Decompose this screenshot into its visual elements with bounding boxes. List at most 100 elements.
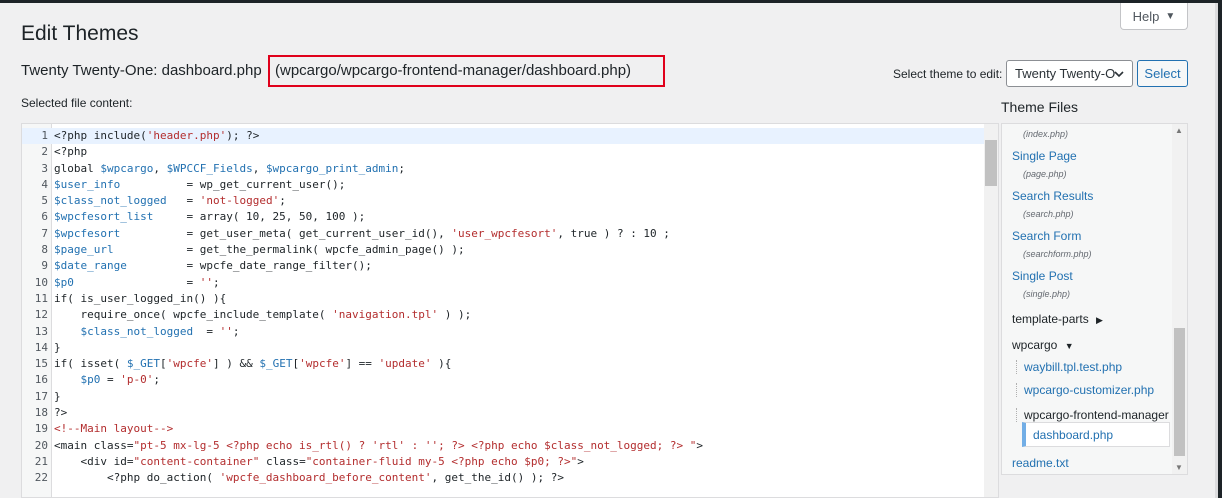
line-number: 17 — [34, 389, 48, 403]
code-line[interactable]: 21 <div id="content-container" class="co… — [22, 454, 998, 470]
code-text: if( is_user_logged_in() ){ — [54, 291, 227, 305]
theme-file-selected[interactable]: dashboard.php — [1022, 422, 1170, 447]
code-text: global $wpcargo, $WPCCF_Fields, $wpcargo… — [54, 161, 406, 175]
code-text: $wpcfesort = get_user_meta( get_current_… — [54, 226, 670, 240]
theme-file-single-post[interactable]: Single Post — [1012, 269, 1073, 283]
code-line[interactable]: 8 $page_url = get_the_permalink( wpcfe_ad… — [22, 242, 998, 258]
code-text: <?php do_action( 'wpcfe_dashboard_before… — [54, 471, 564, 485]
code-line[interactable]: 5 $class_not_logged = 'not-logged'; — [22, 193, 998, 209]
file-heading-path: (wpcargo/wpcargo-frontend-manager/dashbo… — [275, 62, 632, 79]
theme-file-wpcargo-customizer[interactable]: wpcargo-customizer.php — [1016, 383, 1154, 397]
theme-files-panel: (index.php) Single Page (page.php) Searc… — [1001, 123, 1188, 475]
code-line[interactable]: 11 if( is_user_logged_in() ){ — [22, 291, 998, 307]
line-number: 14 — [34, 340, 48, 354]
admin-top-bar — [0, 0, 1222, 3]
file-subname: (page.php) — [1023, 169, 1067, 179]
code-line[interactable]: 18 ?> — [22, 405, 998, 421]
theme-file-search-form[interactable]: Search Form — [1012, 229, 1081, 243]
line-number: 4 — [41, 177, 48, 191]
file-subname: (search.php) — [1023, 209, 1074, 219]
file-subname: (single.php) — [1023, 289, 1071, 299]
code-line[interactable]: 14} — [22, 340, 998, 356]
code-line[interactable]: 6 $wpcfesort_list = array( 10, 25, 50, 10… — [22, 209, 998, 225]
caret-down-icon: ▼ — [1064, 341, 1074, 351]
chevron-down-icon — [1114, 71, 1124, 78]
folder-wpcargo-frontend-manager[interactable]: wpcargo-frontend-manager — [1016, 408, 1169, 422]
theme-files-scrollbar[interactable]: ▲ ▼ — [1172, 124, 1187, 474]
code-line[interactable]: 2 <?php — [22, 144, 998, 160]
selected-file-label: Selected file content: — [21, 96, 133, 110]
line-number: 11 — [34, 291, 48, 305]
page-title: Edit Themes — [21, 22, 139, 45]
code-line[interactable]: 12 require_once( wpcfe_include_template(… — [22, 307, 998, 323]
line-number: 12 — [34, 308, 48, 322]
help-label: Help — [1132, 8, 1160, 24]
folder-wpcargo[interactable]: wpcargo ▼ — [1012, 338, 1074, 352]
code-line[interactable]: 10 $p0 = ''; — [22, 275, 998, 291]
theme-file-single-page[interactable]: Single Page — [1012, 149, 1077, 163]
code-line[interactable]: 19 <!--Main layout--> — [22, 421, 998, 437]
scroll-up-icon[interactable]: ▲ — [1175, 126, 1183, 135]
theme-select-dropdown[interactable]: Twenty Twenty-O — [1006, 60, 1133, 87]
theme-file-search-results[interactable]: Search Results — [1012, 189, 1093, 203]
code-line[interactable]: 3 global $wpcargo, $WPCCF_Fields, $wpcarg… — [22, 161, 998, 177]
scroll-down-icon[interactable]: ▼ — [1175, 463, 1183, 472]
help-tab-button[interactable]: Help ▼ — [1120, 3, 1188, 30]
selected-file-label: dashboard.php — [1033, 428, 1114, 442]
line-number: 18 — [34, 406, 48, 420]
folder-label: wpcargo — [1012, 338, 1058, 352]
theme-file-readme[interactable]: readme.txt — [1012, 456, 1069, 470]
window-edge-dark — [1218, 0, 1222, 498]
code-editor[interactable]: 1 <?php include('header.php'); ?> 2 <?php 3 g… — [21, 123, 999, 498]
code-lines: 1 <?php include('header.php'); ?> 2 <?php 3 g… — [22, 128, 998, 487]
code-text: $wpcfesort_list = array( 10, 25, 50, 100… — [54, 210, 366, 224]
line-number: 20 — [34, 438, 48, 452]
code-line[interactable]: 1 <?php include('header.php'); ?> — [22, 128, 998, 145]
line-number: 10 — [34, 275, 48, 289]
line-number: 22 — [34, 471, 48, 485]
select-theme-button[interactable]: Select — [1137, 60, 1188, 87]
theme-files-title: Theme Files — [1001, 99, 1079, 115]
code-text: require_once( wpcfe_include_template( 'n… — [54, 308, 472, 322]
code-text: <?php include('header.php'); ?> — [54, 129, 260, 142]
line-number: 21 — [34, 454, 48, 468]
line-number: 3 — [41, 161, 48, 175]
code-line[interactable]: 9 $date_range = wpcfe_date_range_filter()… — [22, 258, 998, 274]
line-number: 16 — [34, 373, 48, 387]
line-number: 9 — [41, 259, 48, 273]
line-number: 19 — [34, 422, 48, 436]
folder-template-parts[interactable]: template-parts ▶ — [1012, 312, 1103, 326]
code-text: } — [54, 389, 61, 403]
theme-file-waybill[interactable]: waybill.tpl.test.php — [1016, 360, 1122, 374]
code-line[interactable]: 22 <?php do_action( 'wpcfe_dashboard_bef… — [22, 470, 998, 486]
line-number: 1 — [41, 129, 48, 142]
file-subname: (searchform.php) — [1023, 249, 1092, 259]
code-text: } — [54, 340, 61, 354]
code-text: <?php — [54, 145, 88, 159]
line-number: 5 — [41, 194, 48, 208]
code-line[interactable]: 16 $p0 = 'p-0'; — [22, 372, 998, 388]
code-line[interactable]: 4 $user_info = wp_get_current_user(); — [22, 177, 998, 193]
file-heading-prefix: Twenty Twenty-One: dashboard.php — [21, 62, 262, 79]
code-line[interactable]: 17} — [22, 389, 998, 405]
code-text: ?> — [54, 406, 68, 420]
editor-scrollbar[interactable] — [984, 124, 998, 497]
code-text: <main class="pt-5 mx-lg-5 <?php echo is_… — [54, 438, 704, 452]
file-subname: (index.php) — [1023, 129, 1069, 139]
theme-select-value: Twenty Twenty-O — [1015, 66, 1116, 81]
line-number: 15 — [34, 357, 48, 371]
code-line[interactable]: 15 if( isset( $_GET['wpcfe'] ) && $_GET['… — [22, 356, 998, 372]
code-line[interactable]: 20 <main class="pt-5 mx-lg-5 <?php echo i… — [22, 438, 998, 454]
code-line[interactable]: 13 $class_not_logged = ''; — [22, 324, 998, 340]
code-text: <!--Main layout--> — [54, 422, 174, 436]
code-text: $user_info = wp_get_current_user(); — [54, 177, 346, 191]
editor-scrollbar-thumb[interactable] — [985, 140, 997, 186]
code-text: $p0 = 'p-0'; — [80, 373, 161, 387]
select-theme-label: Select theme to edit: — [893, 67, 1003, 81]
line-number: 13 — [34, 324, 48, 338]
caret-down-icon: ▼ — [1165, 10, 1176, 22]
folder-label: template-parts — [1012, 312, 1089, 326]
code-text: if( isset( $_GET['wpcfe'] ) && $_GET['wp… — [54, 357, 452, 371]
theme-files-scrollbar-thumb[interactable] — [1174, 328, 1185, 456]
code-line[interactable]: 7 $wpcfesort = get_user_meta( get_current… — [22, 226, 998, 242]
